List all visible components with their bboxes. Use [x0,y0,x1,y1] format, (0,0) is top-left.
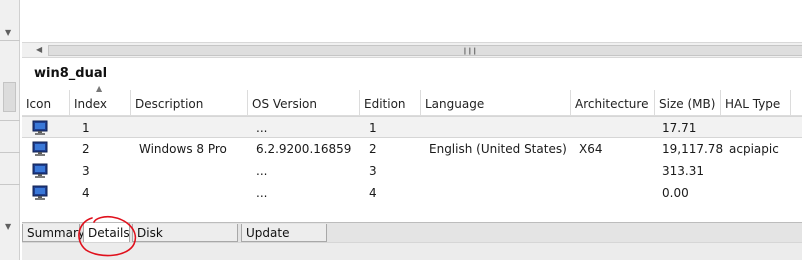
cell-hal-type [725,182,729,204]
cell-architecture: X64 [579,142,603,156]
scroll-left-arrow-icon[interactable]: ◀ [36,45,42,54]
column-header-hal-type[interactable]: HAL Type [721,90,791,116]
column-header-row: ▲ Icon Index Description OS Version Edit… [22,84,802,116]
monitor-icon [32,163,48,178]
tab-details[interactable]: Details [83,223,130,243]
cell-size: 313.31 [662,164,704,178]
scroll-down-arrow-icon[interactable]: ▼ [5,222,11,231]
status-strip [22,242,802,260]
cell-edition: 2 [369,142,377,156]
cell-size: 0.00 [662,186,689,200]
divider [0,120,20,121]
tab-summary[interactable]: Summary [22,224,85,242]
cell-index: 3 [82,164,90,178]
table-row[interactable]: 2 Windows 8 Pro 6.2.9200.16859 2 English… [22,138,802,160]
cell-edition: 4 [369,186,377,200]
cell-size: 19,117.78 [662,142,724,156]
cell-edition: 3 [369,164,377,178]
horizontal-scrollbar[interactable]: ◀ ❙❙❙ [22,42,802,58]
column-header-edition[interactable]: Edition [360,90,421,116]
cell-os-version: ... [256,164,268,178]
scroll-down-arrow-icon[interactable]: ▼ [5,28,11,37]
column-header-index[interactable]: Index [70,90,131,116]
column-header-architecture[interactable]: Architecture [571,90,655,116]
tab-disk-configuration[interactable]: Disk Configuration [132,224,238,258]
cell-description [135,160,139,182]
table-row[interactable]: 1 ... 1 17.71 [22,116,802,138]
column-header-os-version[interactable]: OS Version [248,90,360,116]
cell-architecture [575,182,579,204]
cell-hal-type [725,117,729,139]
cell-index: 4 [82,186,90,200]
cell-hal-type [725,160,729,182]
cell-architecture [575,117,579,139]
cell-os-version: ... [256,186,268,200]
details-grid: ▲ Icon Index Description OS Version Edit… [22,84,802,222]
table-row[interactable]: 4 ... 4 0.00 [22,182,802,204]
monitor-icon [32,120,48,135]
cell-language [425,160,429,182]
tab-update-status[interactable]: Update Status [241,224,327,258]
divider [0,40,20,41]
image-title: win8_dual [34,66,108,81]
cell-architecture [575,160,579,182]
column-header-icon[interactable]: Icon [22,90,70,116]
column-header-language[interactable]: Language [421,90,571,116]
divider [0,184,20,185]
column-header-description[interactable]: Description [131,90,248,116]
grip-icon: ❙❙❙ [462,47,478,55]
cell-size: 17.71 [662,121,697,135]
cell-description [135,117,139,139]
cell-description [135,182,139,204]
scrollbar-thumb[interactable] [3,82,16,112]
left-vertical-scrollbar[interactable]: ▼ ▼ [0,0,20,260]
monitor-icon [32,185,48,200]
cell-index: 2 [82,142,90,156]
cell-language [425,117,429,139]
table-row[interactable]: 3 ... 3 313.31 [22,160,802,182]
cell-edition: 1 [369,121,377,135]
cell-language [425,182,429,204]
monitor-icon [32,141,48,156]
horizontal-scrollbar-thumb[interactable]: ❙❙❙ [48,45,802,56]
cell-description: Windows 8 Pro [139,142,227,156]
bottom-tab-strip: Summary Details Disk Configuration Updat… [22,222,802,258]
cell-index: 1 [82,121,90,135]
cell-language: English (United States) [429,142,567,156]
cell-os-version: 6.2.9200.16859 [256,142,352,156]
column-header-size[interactable]: Size (MB) [655,90,721,116]
cell-os-version: ... [256,121,268,135]
cell-hal-type: acpiapic [729,142,779,156]
divider [0,152,20,153]
